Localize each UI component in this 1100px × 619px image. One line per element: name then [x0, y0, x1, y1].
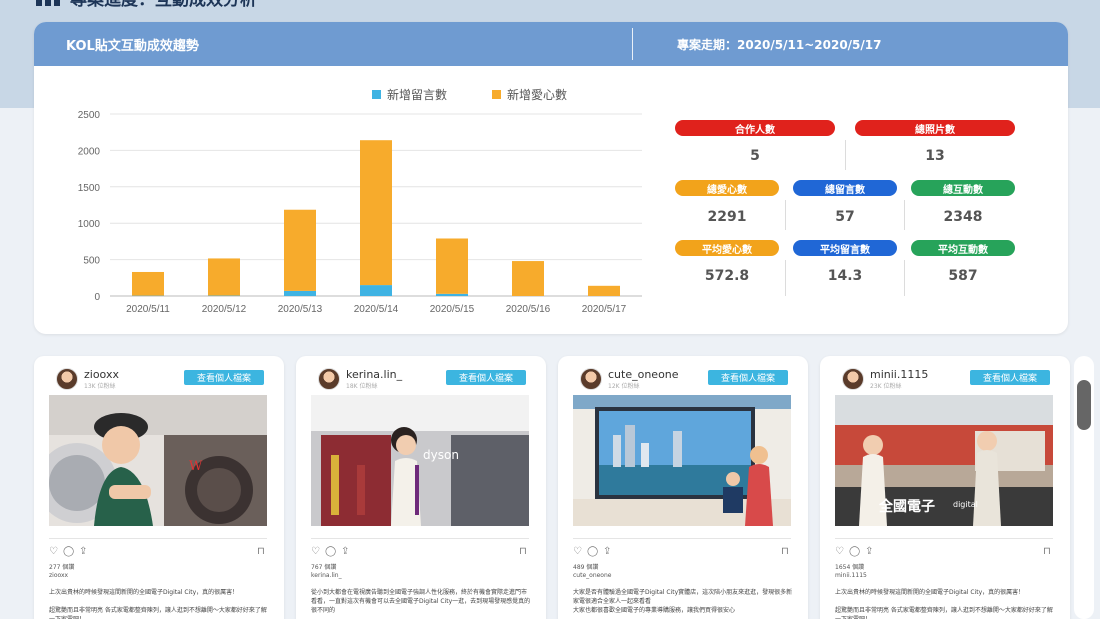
svg-text:W: W	[189, 459, 203, 474]
metric-value-collaborators: 5	[750, 148, 760, 164]
metric-value-avg-interactions: 587	[948, 268, 978, 284]
metric-value-photos: 13	[925, 148, 945, 164]
bar-chart-icon	[36, 0, 60, 6]
metric-value-avg-comments: 14.3	[827, 268, 863, 284]
avatar[interactable]	[580, 368, 602, 390]
page-header: 專案進度：互動成效分析	[36, 0, 257, 10]
stats-card: KOL貼文互動成效趨勢 專案走期：2020/5/11~2020/5/17 0 50…	[34, 22, 1068, 334]
post-likes: 767 個讚	[311, 564, 337, 571]
post-followers: 18K 位粉絲	[346, 383, 378, 390]
svg-text:全國電子: 全國電子	[878, 498, 935, 515]
metric-value-total-comments: 57	[835, 209, 855, 225]
post-actions: ♡ ◯ ⇪ ⊓	[49, 546, 267, 558]
svg-text:dyson: dyson	[423, 448, 459, 462]
metric-label-total-interactions: 總互動數	[911, 180, 1015, 196]
view-profile-button[interactable]: 查看個人檔案	[708, 370, 788, 385]
view-profile-button[interactable]: 查看個人檔案	[446, 370, 526, 385]
view-profile-button[interactable]: 查看個人檔案	[970, 370, 1050, 385]
post-photo[interactable]: dyson	[311, 395, 529, 526]
share-icon[interactable]: ⇪	[79, 546, 87, 558]
metric-label-avg-comments: 平均留言數	[793, 240, 897, 256]
metric-label-total-hearts: 總愛心數	[675, 180, 779, 196]
metric-divider	[904, 200, 905, 230]
metric-divider	[785, 200, 786, 230]
post-caption: 超驚艷而且非常明亮 各式家電都整齊陳列，讓人逛到不想離開～大家都好好來了解一下家…	[49, 607, 267, 619]
post-handle: cute_oneone	[573, 572, 612, 579]
metric-value-total-hearts: 2291	[707, 209, 747, 225]
comment-icon[interactable]: ◯	[587, 546, 598, 558]
view-profile-button[interactable]: 查看個人檔案	[184, 370, 264, 385]
avatar[interactable]	[318, 368, 340, 390]
kol-post-card: kerina.lin_ 18K 位粉絲 查看個人檔案 dyson ♡ ◯ ⇪ ⊓…	[296, 356, 546, 619]
post-username[interactable]: ziooxx	[84, 368, 119, 381]
post-divider	[835, 538, 1053, 539]
metric-label-avg-interactions: 平均互動數	[911, 240, 1015, 256]
svg-text:digital: digital	[953, 500, 978, 509]
bookmark-icon[interactable]: ⊓	[781, 546, 789, 558]
post-username[interactable]: minii.1115	[870, 368, 928, 381]
post-caption: 超驚艷而且非常明亮 各式家電都整齊陳列，讓人逛到不想離開～大家都好好來了解一下家…	[835, 607, 1053, 619]
kol-post-card: cute_oneone 12K 位粉絲 查看個人檔案 ♡ ◯ ⇪ ⊓ 489 個…	[558, 356, 808, 619]
page-title: 專案進度：互動成效分析	[70, 0, 257, 10]
post-likes: 489 個讚	[573, 564, 599, 571]
post-caption: 上次出貴林的時候發現這間新開的全國電子Digital City，真的很厲害！	[835, 589, 1025, 596]
metric-divider	[785, 260, 786, 296]
bookmark-icon[interactable]: ⊓	[1043, 546, 1051, 558]
post-actions: ♡ ◯ ⇪ ⊓	[835, 546, 1053, 558]
share-icon[interactable]: ⇪	[865, 546, 873, 558]
heart-icon[interactable]: ♡	[311, 546, 320, 558]
post-username[interactable]: kerina.lin_	[346, 368, 402, 381]
metric-divider	[845, 140, 846, 170]
post-likes: 1654 個讚	[835, 564, 865, 571]
heart-icon[interactable]: ♡	[835, 546, 844, 558]
post-handle: minii.1115	[835, 572, 867, 579]
metric-label-collaborators: 合作人數	[675, 120, 835, 136]
kol-post-card: ziooxx 13K 位粉絲 查看個人檔案 W ♡ ◯ ⇪ ⊓ 277 個讚 z…	[34, 356, 284, 619]
bookmark-icon[interactable]: ⊓	[519, 546, 527, 558]
post-username[interactable]: cute_oneone	[608, 368, 679, 381]
post-photo[interactable]	[573, 395, 791, 526]
post-divider	[311, 538, 529, 539]
post-caption: 上次出貴林的時候發現這間新開的全國電子Digital City，真的很厲害！	[49, 589, 239, 596]
comment-icon[interactable]: ◯	[849, 546, 860, 558]
post-handle: kerina.lin_	[311, 572, 342, 579]
post-followers: 12K 位粉絲	[608, 383, 640, 390]
scrollbar-thumb[interactable]	[1077, 380, 1091, 430]
metric-label-total-comments: 總留言數	[793, 180, 897, 196]
metric-divider	[904, 260, 905, 296]
heart-icon[interactable]: ♡	[49, 546, 58, 558]
post-photo[interactable]: W	[49, 395, 267, 526]
post-followers: 13K 位粉絲	[84, 383, 116, 390]
metric-value-avg-hearts: 572.8	[704, 268, 750, 284]
avatar[interactable]	[842, 368, 864, 390]
post-likes: 277 個讚	[49, 564, 75, 571]
comment-icon[interactable]: ◯	[325, 546, 336, 558]
post-caption: 大家是否有體驗過全國電子Digital City實體店，這次陪小朋友來逛逛，發現…	[573, 589, 793, 605]
avatar[interactable]	[56, 368, 78, 390]
post-actions: ♡ ◯ ⇪ ⊓	[573, 546, 791, 558]
post-followers: 23K 位粉絲	[870, 383, 902, 390]
post-divider	[49, 538, 267, 539]
metric-label-avg-hearts: 平均愛心數	[675, 240, 779, 256]
metric-label-photos: 總照片數	[855, 120, 1015, 136]
post-handle: ziooxx	[49, 572, 69, 579]
kol-post-card: minii.1115 23K 位粉絲 查看個人檔案 全國電子 digital ♡…	[820, 356, 1070, 619]
post-caption: 大家也都很喜歡全國電子的專業導購服務，讓我們買得很安心	[573, 607, 736, 614]
share-icon[interactable]: ⇪	[341, 546, 349, 558]
post-caption: 從小到大都會在電視廣告聽到全國電子強調人性化服務，終於有機會實際走進門市看看，一…	[311, 589, 531, 614]
post-actions: ♡ ◯ ⇪ ⊓	[311, 546, 529, 558]
post-photo[interactable]: 全國電子 digital	[835, 395, 1053, 526]
heart-icon[interactable]: ♡	[573, 546, 582, 558]
post-divider	[573, 538, 791, 539]
comment-icon[interactable]: ◯	[63, 546, 74, 558]
metrics-panel: 合作人數 總照片數 5 13 總愛心數 總留言數 總互動數 2291 57 23…	[34, 22, 1068, 334]
metric-value-total-interactions: 2348	[943, 209, 983, 225]
bookmark-icon[interactable]: ⊓	[257, 546, 265, 558]
share-icon[interactable]: ⇪	[603, 546, 611, 558]
